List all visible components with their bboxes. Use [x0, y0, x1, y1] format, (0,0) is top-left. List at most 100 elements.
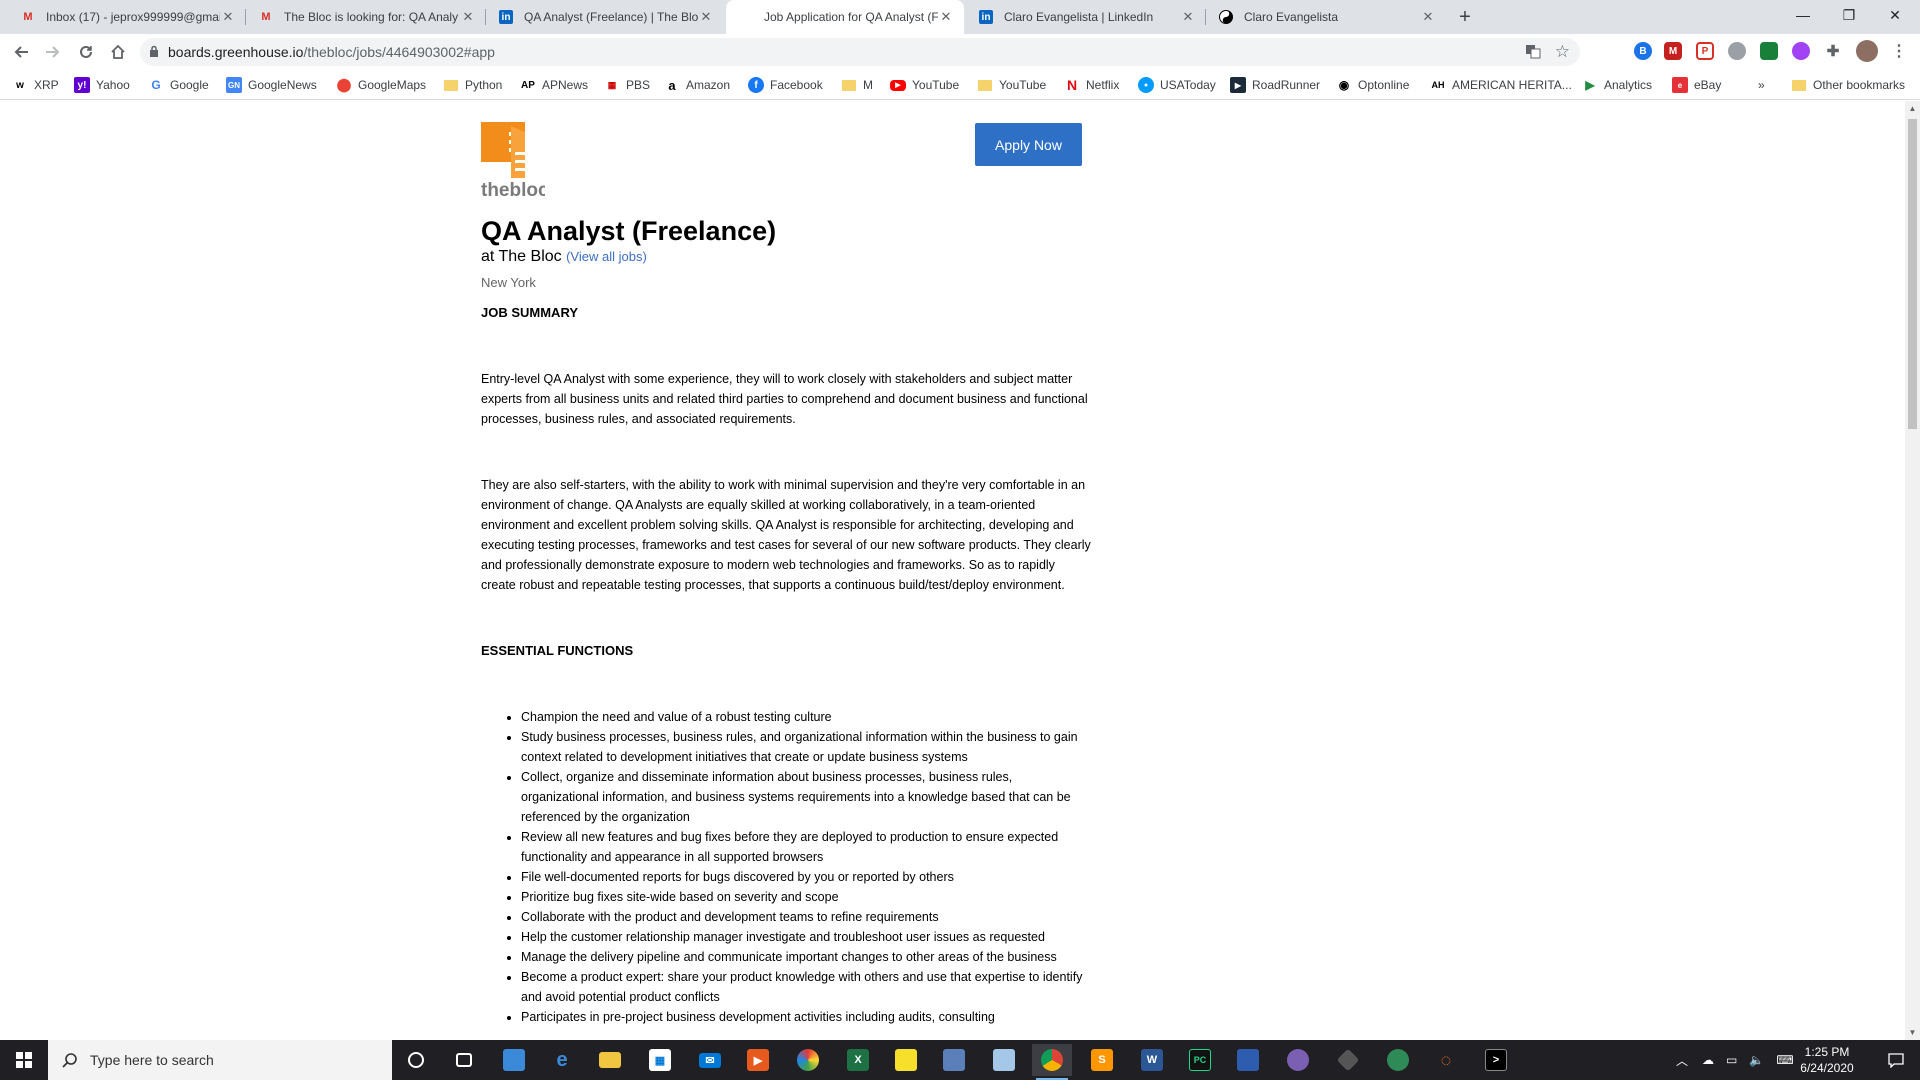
- taskbar-app-green[interactable]: [1378, 1044, 1418, 1076]
- bookmark-analytics[interactable]: ▶ Analytics: [1582, 76, 1652, 94]
- taskbar-visual-studio[interactable]: [1228, 1044, 1268, 1076]
- taskbar-app-purple[interactable]: [1278, 1044, 1318, 1076]
- extension-pocket-icon[interactable]: P: [1696, 42, 1714, 60]
- apply-now-button[interactable]: Apply Now: [975, 123, 1082, 166]
- volume-icon[interactable]: 🔈: [1749, 1053, 1764, 1067]
- bookmark-google[interactable]: G Google: [148, 76, 208, 94]
- summary-paragraph: They are also self-starters, with the ab…: [481, 478, 1091, 592]
- bookmark-googlemaps[interactable]: ⬤ GoogleMaps: [336, 76, 426, 94]
- taskbar-edge[interactable]: e: [542, 1044, 582, 1076]
- reload-button[interactable]: [74, 40, 98, 64]
- bookmark-usatoday[interactable]: ● USAToday: [1138, 76, 1216, 94]
- close-tab-icon[interactable]: ✕: [220, 9, 236, 25]
- bookmarks-overflow-button[interactable]: »: [1758, 76, 1765, 94]
- bookmark-amazon[interactable]: a Amazon: [664, 76, 730, 94]
- tab-inbox[interactable]: M Inbox (17) - jeprox999999@gmai ✕: [8, 0, 246, 34]
- close-tab-icon[interactable]: ✕: [460, 9, 476, 25]
- tab-linkedin-job[interactable]: in QA Analyst (Freelance) | The Bloc ✕: [486, 0, 724, 34]
- translate-icon[interactable]: [1525, 43, 1541, 62]
- taskbar-word[interactable]: W: [1132, 1044, 1172, 1076]
- close-window-button[interactable]: ✕: [1872, 0, 1918, 30]
- bookmark-folder-m[interactable]: M: [842, 76, 873, 94]
- extension-grey-icon[interactable]: [1728, 42, 1746, 60]
- mail-icon: ✉: [699, 1052, 721, 1068]
- onedrive-icon[interactable]: ☁: [1702, 1053, 1714, 1067]
- taskbar-excel[interactable]: X: [838, 1044, 878, 1076]
- terminal-icon: >: [1485, 1049, 1507, 1071]
- taskbar-store[interactable]: ▦: [640, 1044, 680, 1076]
- bookmark-apnews[interactable]: AP APNews: [520, 76, 588, 94]
- cortana-button[interactable]: [396, 1044, 436, 1076]
- page-scrollbar[interactable]: ▲ ▼: [1905, 101, 1920, 1040]
- bookmark-optonline[interactable]: ◉ Optonline: [1336, 76, 1410, 94]
- task-view-button[interactable]: [444, 1044, 484, 1076]
- view-all-jobs-link[interactable]: (View all jobs): [566, 249, 647, 264]
- minimize-button[interactable]: —: [1780, 0, 1826, 30]
- taskbar-app-diamond[interactable]: [1328, 1044, 1368, 1076]
- taskbar-jupyter[interactable]: ◌: [1426, 1044, 1466, 1076]
- extension-green-icon[interactable]: [1760, 42, 1778, 60]
- notifications-button[interactable]: [1876, 1040, 1916, 1080]
- taskbar-sticky-notes[interactable]: [886, 1044, 926, 1076]
- show-hidden-icons-button[interactable]: ︿: [1676, 1052, 1688, 1069]
- new-tab-button[interactable]: +: [1452, 4, 1478, 30]
- taskbar-terminal[interactable]: >: [1476, 1044, 1516, 1076]
- bookmark-pbs[interactable]: ▦ PBS: [604, 76, 650, 94]
- bookmark-facebook[interactable]: f Facebook: [748, 76, 823, 94]
- address-bar[interactable]: boards.greenhouse.io/thebloc/jobs/446490…: [140, 38, 1580, 66]
- bookmark-netflix[interactable]: N Netflix: [1064, 76, 1119, 94]
- bookmark-youtube[interactable]: ▶ YouTube: [890, 76, 959, 94]
- taskbar-clock[interactable]: 1:25 PM 6/24/2020: [1792, 1044, 1862, 1076]
- bookmark-roadrunner[interactable]: ▶ RoadRunner: [1230, 76, 1320, 94]
- profile-avatar[interactable]: [1856, 40, 1878, 62]
- windows-taskbar: Type here to search e ▦ ✉ ▶ X S W PC ◌ >…: [0, 1040, 1920, 1080]
- taskbar-pycharm[interactable]: PC: [1180, 1044, 1220, 1076]
- bookmark-folder-youtube[interactable]: YouTube: [978, 76, 1046, 94]
- bookmark-american-heritage[interactable]: AH AMERICAN HERITA...: [1430, 76, 1572, 94]
- bookmark-star-icon[interactable]: ☆: [1555, 42, 1570, 62]
- taskbar-app[interactable]: [494, 1044, 534, 1076]
- taskbar-search[interactable]: Type here to search: [48, 1040, 392, 1080]
- extension-blue-icon[interactable]: B: [1634, 42, 1652, 60]
- scrollbar-thumb[interactable]: [1908, 119, 1917, 429]
- tab-job-application[interactable]: Job Application for QA Analyst (F ✕: [726, 0, 964, 34]
- taskbar-file-explorer[interactable]: [590, 1044, 630, 1076]
- extensions-puzzle-icon[interactable]: ✚: [1824, 42, 1842, 60]
- taskbar-mail[interactable]: ✉: [690, 1044, 730, 1076]
- extension-purple-icon[interactable]: [1792, 42, 1810, 60]
- forward-button[interactable]: [40, 40, 64, 64]
- close-tab-icon[interactable]: ✕: [1180, 9, 1196, 25]
- extension-shield-icon[interactable]: M: [1664, 42, 1682, 60]
- tab-bloc-email[interactable]: M The Bloc is looking for: QA Analy ✕: [246, 0, 486, 34]
- network-icon[interactable]: ▭: [1726, 1053, 1737, 1067]
- taskbar-app-multicolor[interactable]: [788, 1044, 828, 1076]
- taskbar-media[interactable]: ▶: [738, 1044, 778, 1076]
- list-item: Participates in pre-project business dev…: [521, 1007, 1091, 1027]
- list-item: Prioritize bug fixes site-wide based on …: [521, 887, 1091, 907]
- url-path: /thebloc/jobs/4464903002#app: [303, 44, 495, 60]
- close-tab-icon[interactable]: ✕: [698, 9, 714, 25]
- bookmark-googlenews[interactable]: GN GoogleNews: [226, 76, 317, 94]
- scroll-up-icon[interactable]: ▲: [1905, 101, 1920, 116]
- restore-button[interactable]: ❐: [1826, 0, 1872, 30]
- summary-paragraph: Entry-level QA Analyst with some experie…: [481, 372, 1088, 426]
- usatoday-icon: ●: [1138, 77, 1154, 93]
- tab-claro[interactable]: Claro Evangelista ✕: [1206, 0, 1446, 34]
- home-button[interactable]: [106, 40, 130, 64]
- bookmark-yahoo[interactable]: y! Yahoo: [74, 76, 130, 94]
- close-tab-icon[interactable]: ✕: [938, 9, 954, 25]
- scroll-down-icon[interactable]: ▼: [1905, 1025, 1920, 1040]
- taskbar-chrome[interactable]: [1032, 1044, 1072, 1080]
- bookmark-xrp[interactable]: w XRP: [12, 76, 59, 94]
- taskbar-app-light[interactable]: [984, 1044, 1024, 1076]
- tab-linkedin-profile[interactable]: in Claro Evangelista | LinkedIn ✕: [966, 0, 1206, 34]
- other-bookmarks[interactable]: Other bookmarks: [1792, 76, 1905, 94]
- taskbar-app-blue[interactable]: [934, 1044, 974, 1076]
- bookmark-ebay[interactable]: e eBay: [1672, 76, 1721, 94]
- start-button[interactable]: [0, 1040, 48, 1080]
- close-tab-icon[interactable]: ✕: [1420, 9, 1436, 25]
- back-button[interactable]: [10, 40, 34, 64]
- menu-kebab-icon[interactable]: ⋮: [1890, 42, 1908, 60]
- taskbar-sublime[interactable]: S: [1082, 1044, 1122, 1076]
- bookmark-folder-python[interactable]: Python: [444, 76, 502, 94]
